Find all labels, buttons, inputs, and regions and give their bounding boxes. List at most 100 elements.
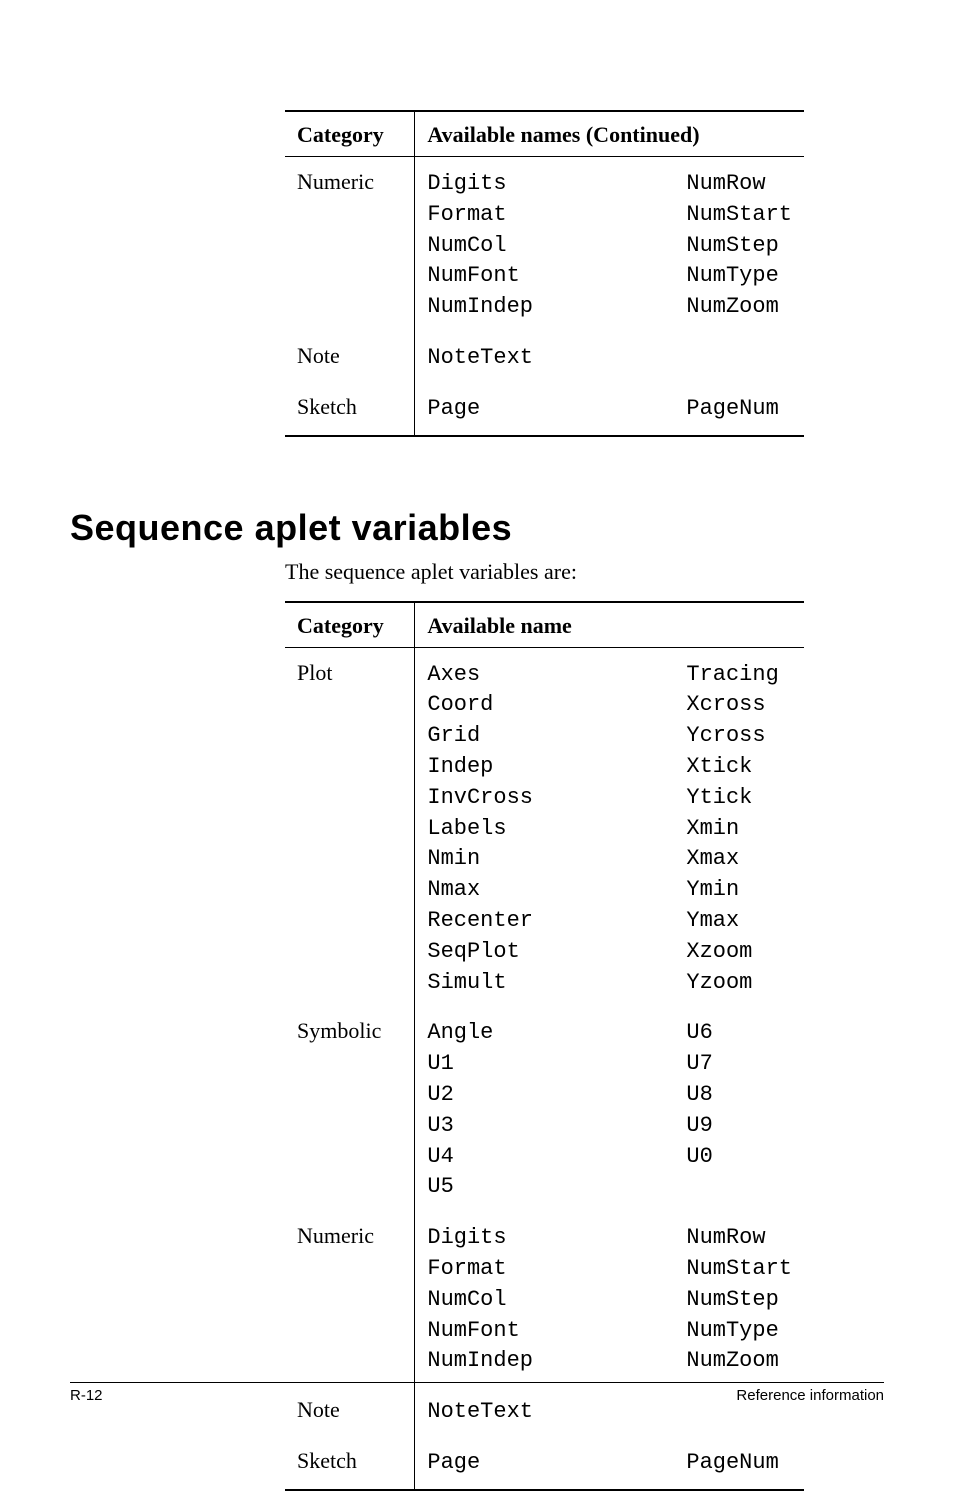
var-name: NoteText [427, 343, 662, 374]
var-name: Page [427, 1448, 662, 1479]
continued-table-block: Category Available names (Continued) Num… [285, 110, 804, 437]
val-cell: Angle U1 U2 U3 U4 U5 [415, 1006, 675, 1211]
val-cell [674, 331, 804, 382]
var-name: Digits [427, 169, 662, 200]
continued-table: Category Available names (Continued) Num… [285, 110, 804, 437]
var-name: Grid [427, 721, 662, 752]
table-row: Numeric Digits Format NumCol NumFont Num… [285, 1211, 804, 1385]
var-name: U0 [686, 1142, 792, 1173]
cat-cell: Plot [285, 647, 415, 1006]
var-name: Xmax [686, 844, 792, 875]
val-cell: PageNum [674, 1436, 804, 1490]
page-footer: R-12 Reference information [70, 1382, 884, 1404]
var-name: Nmax [427, 875, 662, 906]
var-name: Xzoom [686, 937, 792, 968]
var-name: Format [427, 1254, 662, 1285]
sequence-table: Category Available name Plot Axes Coord … [285, 601, 804, 1491]
var-name: NumRow [686, 169, 792, 200]
var-name: NumCol [427, 231, 662, 262]
cat-cell: Numeric [285, 1211, 415, 1385]
var-name: NumRow [686, 1223, 792, 1254]
section-heading: Sequence aplet variables [70, 507, 884, 549]
table-row: Numeric Digits Format NumCol NumFont Num… [285, 157, 804, 331]
val-cell: Digits Format NumCol NumFont NumIndep [415, 1211, 675, 1385]
var-name: Ymax [686, 906, 792, 937]
var-name: Ycross [686, 721, 792, 752]
table-row: Symbolic Angle U1 U2 U3 U4 U5 U6 U7 U8 U… [285, 1006, 804, 1211]
var-name: Xcross [686, 690, 792, 721]
var-name: Page [427, 394, 662, 425]
cat-cell: Note [285, 331, 415, 382]
var-name: Xtick [686, 752, 792, 783]
footer-page-number: R-12 [70, 1387, 103, 1404]
footer-section-title: Reference information [736, 1387, 884, 1404]
intro-text: The sequence aplet variables are: [285, 559, 804, 585]
val-cell: NoteText [415, 331, 675, 382]
var-name: U6 [686, 1018, 792, 1049]
val-cell: Tracing Xcross Ycross Xtick Ytick Xmin X… [674, 647, 804, 1006]
var-name: NumType [686, 261, 792, 292]
th-category: Category [285, 602, 415, 648]
cat-cell: Sketch [285, 382, 415, 436]
var-name: NumCol [427, 1285, 662, 1316]
var-name: NumStep [686, 231, 792, 262]
var-name: Axes [427, 660, 662, 691]
var-name: U1 [427, 1049, 662, 1080]
th-names: Available names (Continued) [415, 111, 804, 157]
var-name: NumZoom [686, 292, 792, 323]
val-cell: U6 U7 U8 U9 U0 [674, 1006, 804, 1211]
var-name: Digits [427, 1223, 662, 1254]
var-name: U2 [427, 1080, 662, 1111]
val-cell: Digits Format NumCol NumFont NumIndep [415, 157, 675, 331]
var-name: Angle [427, 1018, 662, 1049]
var-name: U3 [427, 1111, 662, 1142]
var-name: Nmin [427, 844, 662, 875]
table-header-row: Category Available names (Continued) [285, 111, 804, 157]
var-name: Coord [427, 690, 662, 721]
var-name: NumType [686, 1316, 792, 1347]
var-name: Recenter [427, 906, 662, 937]
val-cell: PageNum [674, 382, 804, 436]
table-row: Sketch Page PageNum [285, 1436, 804, 1490]
table-row: Plot Axes Coord Grid Indep InvCross Labe… [285, 647, 804, 1006]
val-cell: NumRow NumStart NumStep NumType NumZoom [674, 157, 804, 331]
table-row: Note NoteText [285, 331, 804, 382]
var-name: NumIndep [427, 292, 662, 323]
val-cell: Page [415, 1436, 675, 1490]
var-name: NumZoom [686, 1346, 792, 1377]
val-cell: NumRow NumStart NumStep NumType NumZoom [674, 1211, 804, 1385]
cat-cell: Sketch [285, 1436, 415, 1490]
var-name: Labels [427, 814, 662, 845]
sequence-block: The sequence aplet variables are: Catego… [285, 559, 804, 1491]
var-name: U8 [686, 1080, 792, 1111]
table-header-row: Category Available name [285, 602, 804, 648]
cat-cell: Numeric [285, 157, 415, 331]
th-names: Available name [415, 602, 804, 648]
var-name: NumIndep [427, 1346, 662, 1377]
var-name: U9 [686, 1111, 792, 1142]
var-name: NumStart [686, 1254, 792, 1285]
cat-cell: Symbolic [285, 1006, 415, 1211]
var-name: U7 [686, 1049, 792, 1080]
var-name: InvCross [427, 783, 662, 814]
var-name: Xmin [686, 814, 792, 845]
var-name: Format [427, 200, 662, 231]
var-name: Tracing [686, 660, 792, 691]
var-name: PageNum [686, 1448, 792, 1479]
table-row: Sketch Page PageNum [285, 382, 804, 436]
var-name: Ymin [686, 875, 792, 906]
var-name: Simult [427, 968, 662, 999]
var-name: NumStart [686, 200, 792, 231]
var-name: Ytick [686, 783, 792, 814]
val-cell: Axes Coord Grid Indep InvCross Labels Nm… [415, 647, 675, 1006]
var-name: Indep [427, 752, 662, 783]
var-name: NumFont [427, 1316, 662, 1347]
var-name: NumStep [686, 1285, 792, 1316]
var-name: PageNum [686, 394, 792, 425]
th-category: Category [285, 111, 415, 157]
var-name: U4 [427, 1142, 662, 1173]
var-name: U5 [427, 1172, 662, 1203]
var-name: NumFont [427, 261, 662, 292]
var-name: SeqPlot [427, 937, 662, 968]
val-cell: Page [415, 382, 675, 436]
